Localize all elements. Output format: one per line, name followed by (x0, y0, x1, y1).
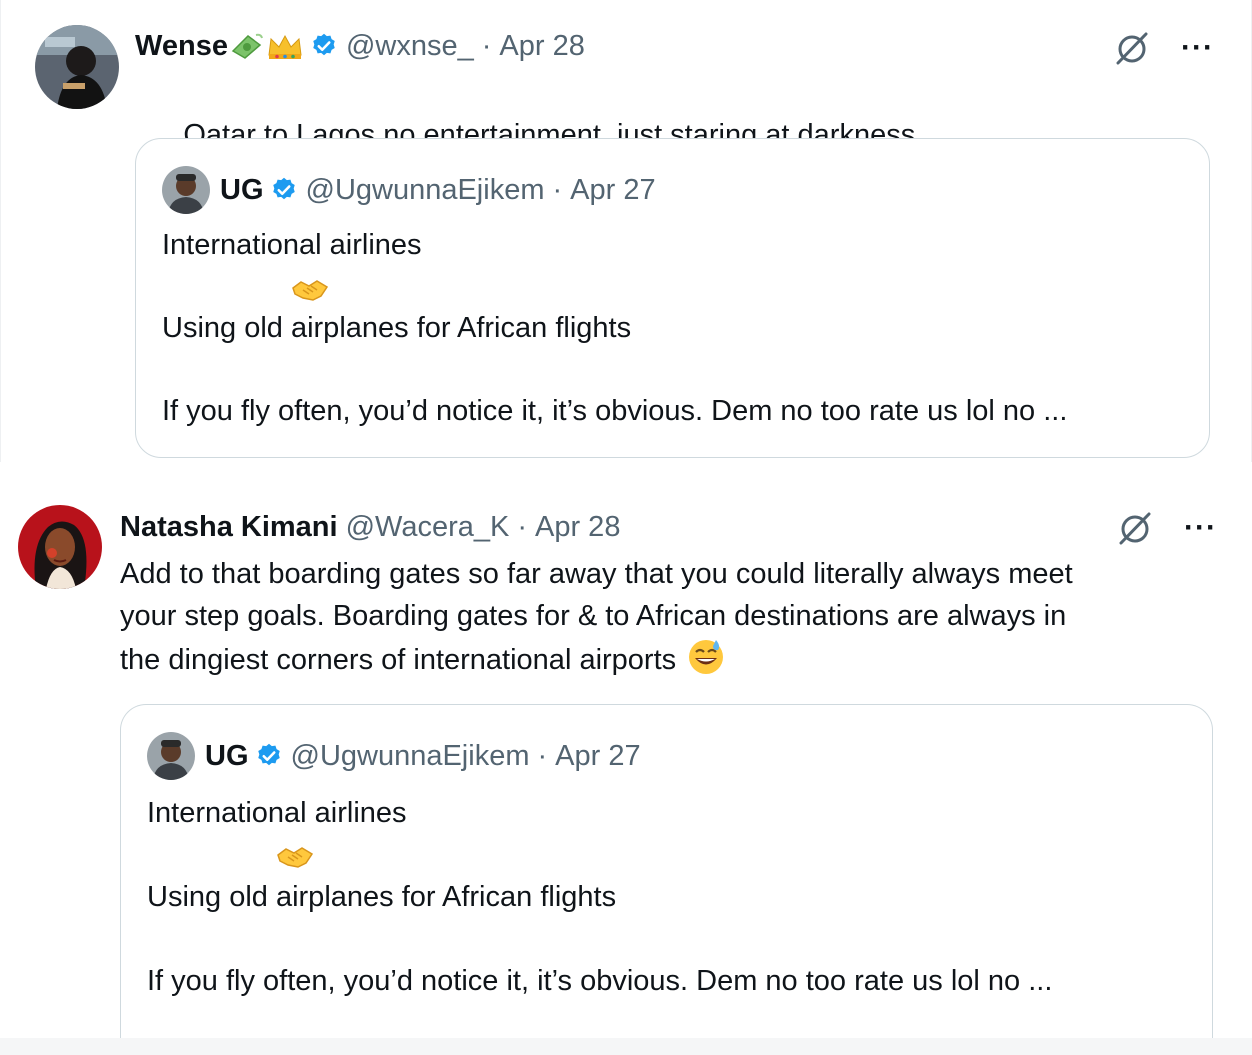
author-name[interactable]: Wense (135, 28, 228, 64)
tweet-date[interactable]: Apr 28 (535, 509, 620, 545)
author-handle[interactable]: @Wacera_K (346, 509, 510, 545)
quoted-text-line: International airlines (147, 797, 407, 829)
quoted-text-line: If you fly often, you’d notice it, it’s … (162, 395, 1068, 427)
quoted-avatar (147, 732, 195, 780)
grok-icon[interactable] (1113, 30, 1151, 66)
quoted-date: Apr 27 (570, 174, 656, 206)
avatar-photo-icon (162, 166, 210, 214)
grinning-face-with-sweat-emoji (686, 637, 726, 675)
quoted-date: Apr 27 (555, 740, 641, 772)
tweet-header: Wense @wxnse_ · Apr 28 (135, 28, 585, 64)
tweet-actions: ··· (1116, 510, 1217, 546)
tweet-wense[interactable]: Wense @wxnse_ · Apr 28 ··· Qatar to Lago… (0, 0, 1252, 462)
separator: · (481, 30, 492, 62)
quoted-text-line: Using old airplanes for African flights (147, 881, 617, 913)
bottom-divider (0, 1038, 1252, 1055)
grok-icon[interactable] (1116, 510, 1154, 546)
tweet-header: Natasha Kimani @Wacera_K · Apr 28 (120, 509, 620, 545)
crown-emoji (266, 31, 304, 61)
quoted-header: UG @UgwunnaEjikem · Apr 27 (205, 738, 641, 774)
avatar-photo-icon (147, 732, 195, 780)
avatar-illustration-icon (18, 505, 102, 589)
quoted-avatar (162, 166, 210, 214)
timeline: Wense @wxnse_ · Apr 28 ··· Qatar to Lago… (0, 0, 1252, 1055)
quoted-author-handle: @UgwunnaEjikem (305, 174, 545, 206)
author-name[interactable]: Natasha Kimani (120, 509, 338, 545)
author-handle[interactable]: @wxnse_ (346, 28, 474, 64)
more-options-button[interactable]: ··· (1181, 33, 1214, 63)
verified-badge-icon (255, 742, 283, 770)
tweet-text-row: Add to that boarding gates so far away t… (120, 553, 1230, 681)
handshake-emoji (276, 841, 314, 876)
tweet-actions: ··· (1113, 30, 1214, 66)
tweet-date[interactable]: Apr 28 (499, 28, 584, 64)
quoted-author-handle: @UgwunnaEjikem (290, 740, 530, 772)
handshake-emoji (291, 274, 329, 309)
quoted-text-line: International airlines (162, 229, 422, 261)
quoted-header: UG @UgwunnaEjikem · Apr 27 (220, 172, 656, 208)
avatar[interactable] (35, 25, 119, 109)
quoted-tweet[interactable]: UG @UgwunnaEjikem · Apr 27 International… (120, 704, 1213, 1038)
verified-badge-icon (270, 176, 298, 204)
separator: · (552, 174, 563, 206)
money-with-wings-emoji (230, 31, 264, 61)
separator: · (537, 740, 548, 772)
avatar-photo-icon (35, 25, 119, 109)
tweet-text: Add to that boarding gates so far away t… (120, 558, 1073, 676)
quoted-author-name: UG (220, 174, 264, 206)
avatar[interactable] (18, 505, 102, 589)
quoted-author-name: UG (205, 740, 249, 772)
quoted-text-line: Using old airplanes for African flights (162, 312, 632, 344)
verified-badge-icon (310, 32, 338, 60)
quoted-tweet[interactable]: UG @UgwunnaEjikem · Apr 27 International… (135, 138, 1210, 458)
quoted-text-line: If you fly often, you’d notice it, it’s … (147, 965, 1053, 997)
more-options-button[interactable]: ··· (1184, 513, 1217, 543)
separator: · (517, 511, 527, 543)
